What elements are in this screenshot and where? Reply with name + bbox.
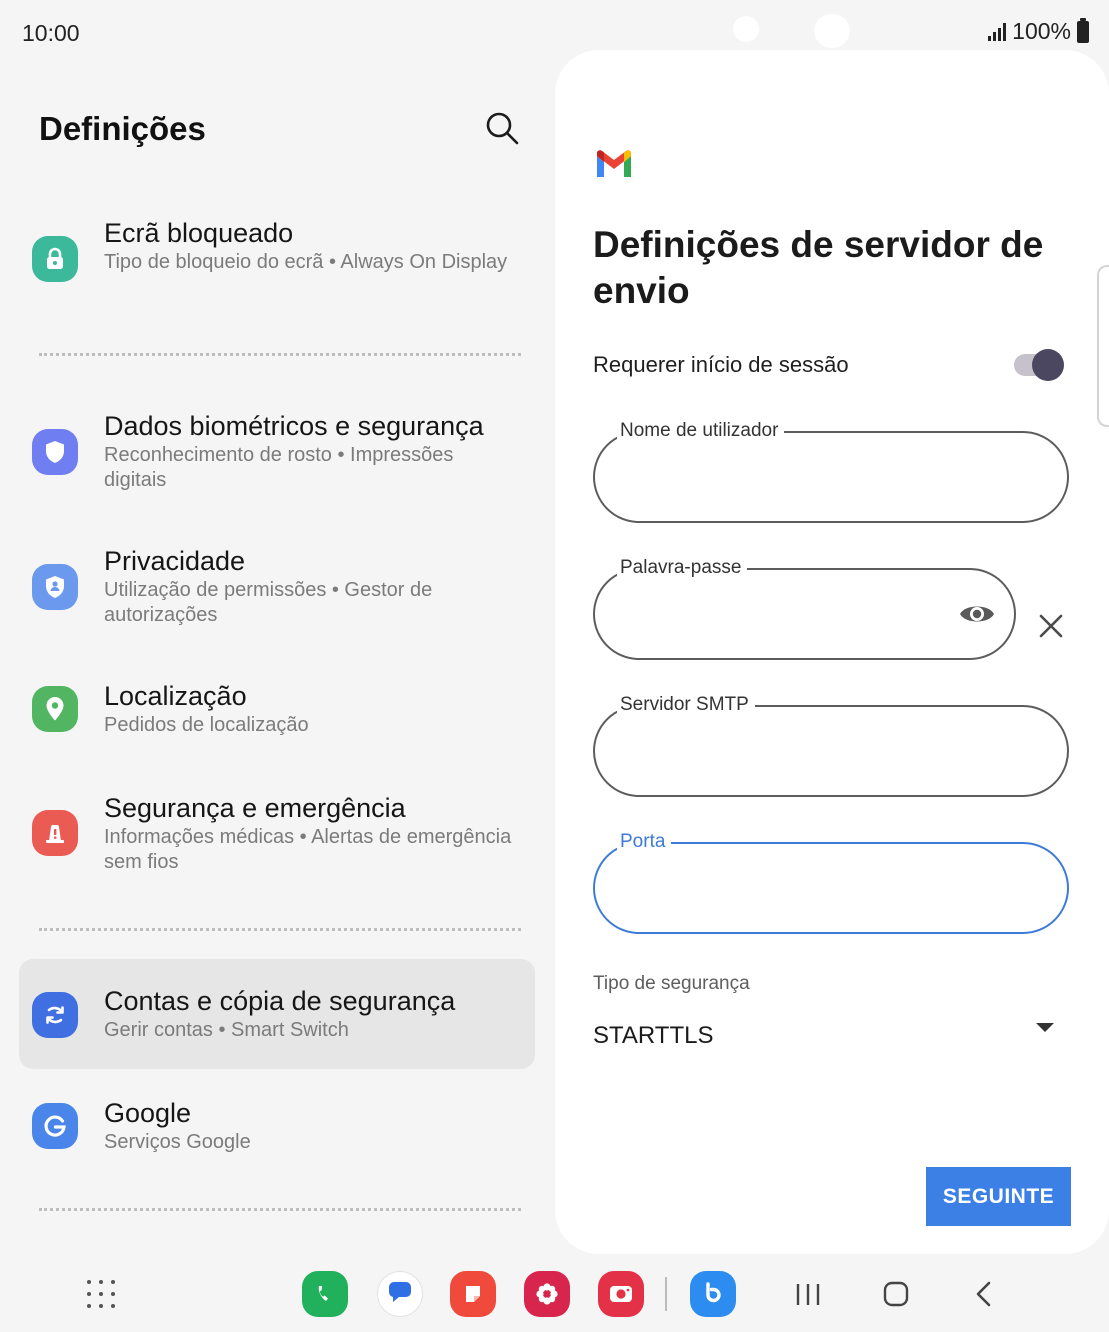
username-label: Nome de utilizador [617,419,785,443]
settings-item-location[interactable]: Localização Pedidos de localização [19,668,535,756]
password-label: Palavra-passe [617,556,748,580]
close-icon [1039,614,1063,638]
search-icon [486,112,519,145]
settings-item-title: Google [104,1098,192,1128]
section-divider [39,1208,521,1211]
section-divider [39,928,521,931]
settings-item-title: Ecrã bloqueado [104,218,294,248]
settings-item-title: Contas e cópia de segurança [104,986,456,1016]
smtp-server-field[interactable]: Servidor SMTP [593,693,1069,797]
edge-panel-handle[interactable] [1097,265,1109,427]
signal-icon [988,22,1007,41]
clear-password-button[interactable] [1037,612,1065,640]
bixby-app-icon[interactable] [690,1271,736,1317]
require-signin-toggle[interactable] [1014,349,1066,381]
messages-app-icon[interactable] [377,1271,423,1317]
eye-icon[interactable] [958,600,996,628]
location-pin-icon [32,686,78,732]
security-type-label: Tipo de segurança [593,973,750,994]
settings-item-biometrics[interactable]: Dados biométricos e segurança Reconhecim… [19,398,535,508]
settings-item-title: Privacidade [104,546,246,576]
settings-item-title: Dados biométricos e segurança [104,411,484,441]
google-icon [32,1103,78,1149]
username-field[interactable]: Nome de utilizador [593,419,1069,523]
camera-cutout [814,14,850,48]
emergency-icon [32,810,78,856]
next-button[interactable]: SEGUINTE [926,1167,1071,1226]
settings-item-subtitle: Pedidos de localização [104,714,309,736]
settings-item-title: Segurança e emergência [104,793,406,823]
back-icon[interactable] [969,1279,999,1309]
apps-grid-icon[interactable] [87,1280,115,1308]
battery-percent: 100% [1012,18,1071,44]
camera-cutout [733,16,759,42]
settings-item-safety-emergency[interactable]: Segurança e emergência Informações médic… [19,780,535,890]
page-title: Definições [39,110,206,147]
lock-icon [32,236,78,282]
password-field[interactable]: Palavra-passe [593,556,1016,660]
home-icon[interactable] [881,1279,911,1309]
notes-app-icon[interactable] [450,1271,496,1317]
settings-item-subtitle: Reconhecimento de rosto • Impressões dig… [104,444,454,491]
settings-item-google[interactable]: Google Serviços Google [19,1085,535,1173]
port-field[interactable]: Porta [593,830,1069,934]
settings-item-subtitle: Serviços Google [104,1131,251,1153]
security-type-select[interactable]: STARTTLS [593,1022,713,1050]
chevron-down-icon[interactable] [1036,1023,1054,1032]
settings-item-subtitle: Tipo de bloqueio do ecrã • Always On Dis… [104,251,508,273]
outgoing-server-panel: Definições de servidor de envio Requerer… [555,50,1109,1254]
smtp-server-label: Servidor SMTP [617,693,755,717]
settings-item-lock-screen[interactable]: Ecrã bloqueado Tipo de bloqueio do ecrã … [19,205,535,315]
status-time: 10:00 [22,20,80,46]
camera-app-icon[interactable] [598,1271,644,1317]
dock-divider [665,1277,667,1311]
recents-icon[interactable] [793,1279,823,1309]
settings-item-subtitle: Informações médicas • Alertas de emergên… [104,826,512,873]
gmail-logo-icon [597,150,631,177]
shield-icon [32,429,78,475]
search-button[interactable] [484,110,520,146]
port-label: Porta [617,830,672,854]
battery-icon [1077,17,1089,43]
privacy-icon [32,564,78,610]
settings-item-title: Localização [104,681,247,711]
toggle-knob [1032,349,1064,381]
require-signin-label: Requerer início de sessão [593,352,849,377]
phone-app-icon[interactable] [302,1271,348,1317]
gallery-app-icon[interactable] [524,1271,570,1317]
server-settings-heading: Definições de servidor de envio [593,224,1044,311]
settings-item-privacy[interactable]: Privacidade Utilização de permissões • G… [19,533,535,643]
settings-item-subtitle: Utilização de permissões • Gestor de aut… [104,579,433,626]
sync-icon [32,992,78,1038]
settings-item-subtitle: Gerir contas • Smart Switch [104,1019,349,1041]
navigation-bar [0,1262,1109,1332]
section-divider [39,353,521,356]
status-indicators: 100% [988,17,1089,45]
settings-item-accounts-backup[interactable]: Contas e cópia de segurança Gerir contas… [19,959,535,1069]
